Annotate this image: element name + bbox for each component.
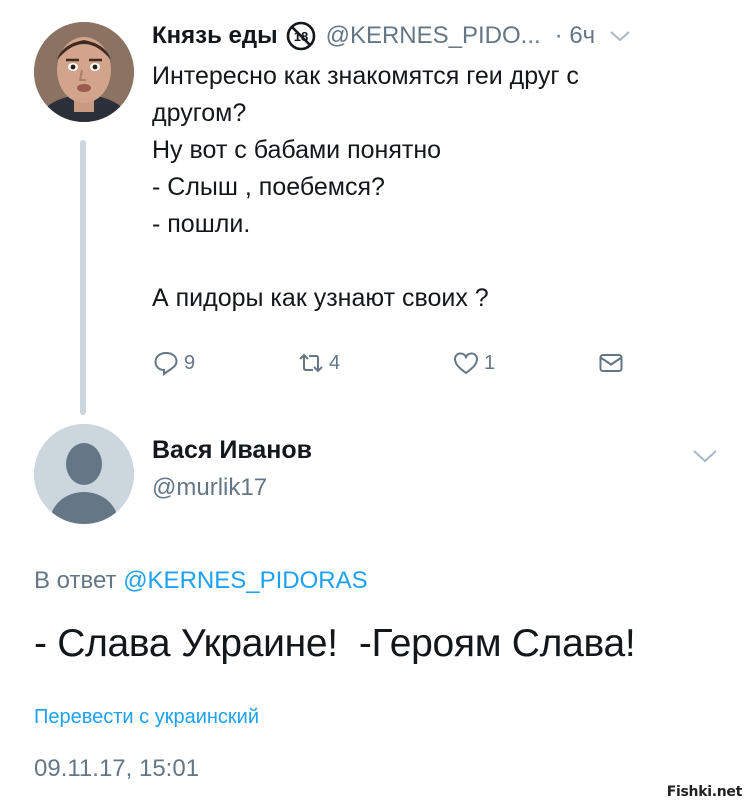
reply-text: - Слава Украине! -Героям Слава! [34,622,636,665]
tweet-header: Князь еды 18 @KERNES_PIDO... · 6ч [152,18,631,54]
tweet-time[interactable]: · 6ч [555,22,596,50]
default-avatar-icon [34,424,134,524]
like-button[interactable]: 1 [452,345,495,381]
watermark: Fishki.net [666,784,743,800]
tweet-text: Интересно как знакомятся геи друг с друг… [152,58,722,317]
translate-link[interactable]: Перевести с украинский [34,706,259,729]
reply-timestamp[interactable]: 09.11.17, 15:01 [34,755,199,783]
tweet-text-line: - Слыш , поебемся? [152,173,385,201]
reply-to-prefix: В ответ [34,567,117,594]
retweet-button[interactable]: 4 [297,345,340,381]
tweet-text-line [152,243,722,280]
author-name[interactable]: Князь еды [152,22,278,50]
tweet-actions: 9 4 1 [152,345,642,381]
reply-author-handle[interactable]: @murlik17 [152,474,267,502]
tweet-text-line: другом? [152,99,247,127]
heart-icon [453,352,479,375]
reply-author-name[interactable]: Вася Иванов [152,436,312,465]
avatar-photo [34,22,134,122]
tweet-text-line: Интересно как знакомятся геи друг с [152,62,579,90]
chevron-down-icon[interactable] [692,448,718,464]
retweet-icon [299,353,323,373]
envelope-icon [599,354,623,372]
chevron-down-icon[interactable] [609,29,631,43]
tweet-text-line: Ну вот с бабами понятно [152,136,442,164]
author-avatar[interactable] [34,22,134,122]
reply-to-line: В ответ @KERNES_PIDORAS [34,567,368,595]
thread-connector-line [80,140,86,415]
reply-author-avatar[interactable] [34,424,134,524]
reply-icon [154,351,178,376]
author-handle[interactable]: @KERNES_PIDO... [326,22,541,50]
reply-to-mention-link[interactable]: @KERNES_PIDORAS [123,567,367,594]
reply-count: 9 [184,351,196,374]
tweet-text-line: А пидоры как узнают своих ? [152,284,489,312]
tweet-text-line: - пошли. [152,210,251,238]
retweet-count: 4 [329,351,341,374]
like-count: 1 [484,351,496,374]
age-18-badge-icon: 18 [286,21,315,51]
reply-button[interactable]: 9 [152,345,195,381]
direct-message-button[interactable] [597,345,625,381]
